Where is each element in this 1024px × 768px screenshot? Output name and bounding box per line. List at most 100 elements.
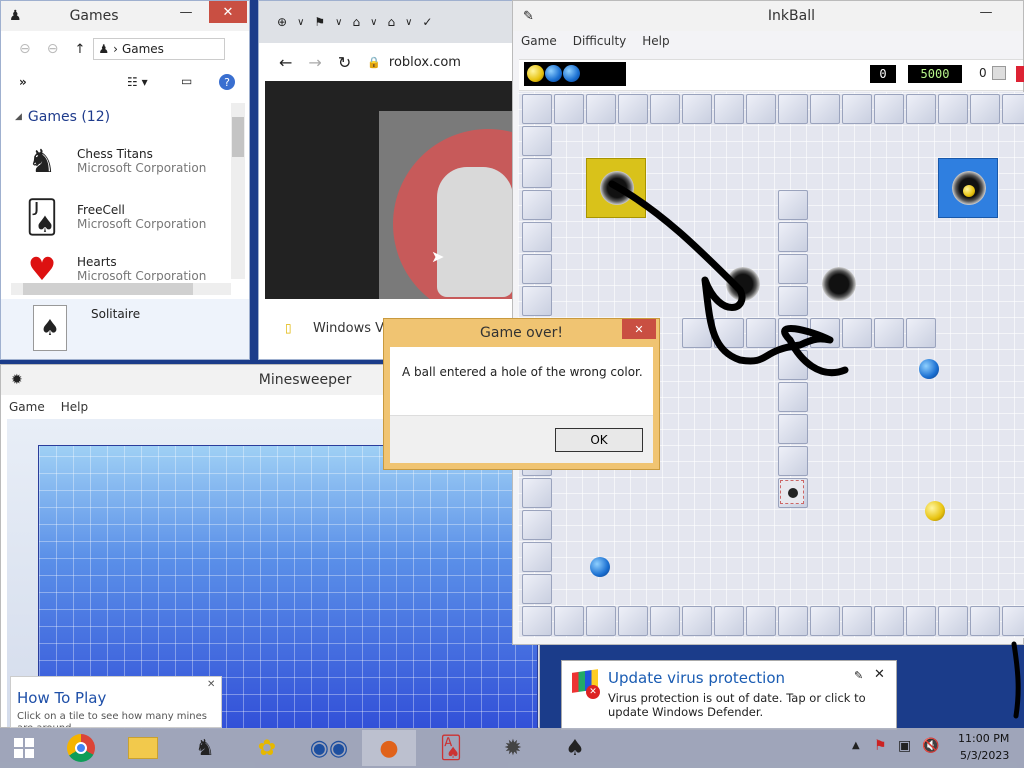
wall-tile [778, 446, 808, 476]
inkball-minimize-button[interactable]: — [971, 1, 1001, 23]
small-hole [780, 480, 804, 504]
ok-button[interactable]: OK [555, 428, 643, 452]
menu-item-difficulty[interactable]: Difficulty [573, 34, 627, 48]
volume-muted-icon[interactable]: 🔇 [922, 738, 939, 754]
forward-arrow-icon[interactable]: → [308, 53, 321, 72]
chess-taskbar-icon[interactable]: ♞ [178, 730, 232, 766]
wall-tile [682, 606, 712, 636]
inkball-titlebar[interactable]: ✎ InkBall — [513, 1, 1023, 31]
file-icon: ▯ [285, 321, 292, 335]
how-to-play-title: How To Play [17, 689, 107, 707]
solitaire-taskbar-icon[interactable]: ♠ [548, 730, 602, 766]
item-name: Chess Titans [77, 147, 153, 161]
chrome-icon[interactable] [54, 730, 108, 766]
pause-square-icon[interactable] [992, 66, 1006, 80]
score-right: 0 [979, 66, 987, 80]
scrollbar-thumb[interactable] [232, 117, 244, 157]
clock-time[interactable]: 11:00 PM [958, 732, 1009, 745]
breadcrumb[interactable]: ♟ › Games [93, 38, 226, 60]
menu-item-help[interactable]: Help [642, 34, 669, 48]
list-item-chess-titans[interactable]: ♞ Chess Titans Microsoft Corporation [21, 135, 231, 187]
windows-logo-icon [14, 738, 34, 758]
wall-tile [522, 158, 552, 188]
wall-tile [714, 94, 744, 124]
network-icon[interactable]: ▣ [898, 738, 911, 754]
item-publisher: Microsoft Corporation [77, 217, 207, 231]
minesweeper-title: Minesweeper [258, 372, 352, 388]
view-options-icon[interactable]: ☷ ▾ [127, 75, 148, 89]
preview-pane-icon[interactable]: ▭ [181, 74, 192, 88]
dialog-message: A ball entered a hole of the wrong color… [402, 365, 643, 379]
file-explorer-icon[interactable] [116, 730, 170, 766]
start-button[interactable] [0, 730, 48, 766]
menu-item-game[interactable]: Game [9, 400, 45, 414]
item-name: FreeCell [77, 203, 125, 217]
wall-tile [778, 414, 808, 444]
address-bar[interactable]: 🔒 roblox.com [367, 55, 461, 70]
up-arrow-icon[interactable]: ↑ [74, 42, 85, 57]
tray-up-arrow-icon[interactable]: ▲ [852, 740, 860, 751]
explorer-close-button[interactable]: ✕ [209, 1, 247, 23]
wall-tile [522, 606, 552, 636]
wall-tile [778, 94, 808, 124]
url-text: roblox.com [388, 54, 461, 70]
explorer-window: ♟ Games — ✕ ⊖ ⊖ ↑ ♟ › Games » ☷ ▾ ▭ ? ◢ … [0, 0, 250, 360]
menu-item-help[interactable]: Help [61, 400, 88, 414]
wall-tile [522, 254, 552, 284]
check-icon[interactable]: ✓ [422, 15, 432, 29]
list-item-hearts[interactable]: ♥ Hearts Microsoft Corporation [21, 247, 231, 281]
flag-icon[interactable]: ⚑ [314, 15, 325, 29]
museum-icon[interactable]: ⌂ [387, 15, 395, 29]
forward-arrow-icon[interactable]: ⊖ [47, 41, 59, 57]
group-header[interactable]: ◢ Games (12) [15, 109, 110, 125]
cards-icon[interactable]: 🂡 [424, 730, 478, 766]
download-file-label[interactable]: Windows Vis [313, 321, 394, 336]
blue-hole [938, 158, 998, 218]
wall-tile [554, 94, 584, 124]
globe-icon[interactable]: ⊕ [277, 15, 287, 29]
ink-stroke-edge [1011, 641, 1021, 719]
clock-date[interactable]: 5/3/2023 [960, 749, 1009, 762]
wall-tile [586, 606, 616, 636]
pin-icon[interactable]: ✎ [854, 669, 863, 682]
horizontal-scrollbar[interactable] [11, 283, 231, 295]
menu-item-game[interactable]: Game [521, 34, 557, 48]
reload-icon[interactable]: ↻ [338, 53, 351, 72]
item-name: Hearts [77, 255, 117, 269]
breadcrumb-label: Games [121, 42, 164, 56]
back-arrow-icon[interactable]: ⊖ [19, 41, 31, 57]
dialog-title[interactable]: Game over! [384, 319, 659, 347]
action-center-flag-icon[interactable]: ⚑ [874, 738, 887, 754]
explorer-titlebar[interactable]: ♟ Games — ✕ [1, 1, 249, 31]
virus-notification[interactable]: ✕ Update virus protection Virus protecti… [561, 660, 897, 730]
eyes-icon[interactable]: ◉◉ [302, 730, 356, 766]
bee-game-icon[interactable]: ✿ [240, 730, 294, 766]
wall-tile [842, 606, 872, 636]
vertical-scrollbar[interactable] [231, 103, 245, 279]
browser-nav-bar: ← → ↻ 🔒 roblox.com [259, 43, 519, 81]
list-item-freecell[interactable]: 🂫 FreeCell Microsoft Corporation [21, 191, 231, 243]
wall-tile [522, 510, 552, 540]
dialog-close-button[interactable]: ✕ [622, 319, 656, 339]
tip-close-icon[interactable]: ✕ [207, 679, 215, 690]
wall-tile [810, 94, 840, 124]
hscroll-thumb[interactable] [23, 283, 193, 295]
back-arrow-icon[interactable]: ← [279, 53, 292, 72]
score-left: 0 [870, 65, 896, 83]
wall-tile [650, 606, 680, 636]
hearts-icon: ♥ [27, 250, 57, 281]
minesweeper-taskbar-icon[interactable]: ✹ [486, 730, 540, 766]
museum-icon[interactable]: ⌂ [352, 15, 360, 29]
wall-tile [906, 606, 936, 636]
shield-warning-icon: ✕ [572, 669, 602, 701]
breadcrumb-chevron-icon: › [113, 42, 118, 56]
wall-tile [938, 606, 968, 636]
browser-tab-strip: ⊕ ∨ ⚑ ∨ ⌂ ∨ ⌂ ∨ ✓ [259, 1, 519, 43]
inkball-app-icon: ✎ [523, 8, 534, 24]
help-icon[interactable]: ? [219, 74, 235, 90]
inkball-taskbar-icon[interactable]: ● [362, 730, 416, 766]
notification-close-icon[interactable]: ✕ [874, 667, 885, 682]
overflow-chevron-icon[interactable]: » [19, 75, 27, 89]
score-main: 5000 [908, 65, 962, 83]
explorer-minimize-button[interactable]: — [171, 1, 201, 23]
